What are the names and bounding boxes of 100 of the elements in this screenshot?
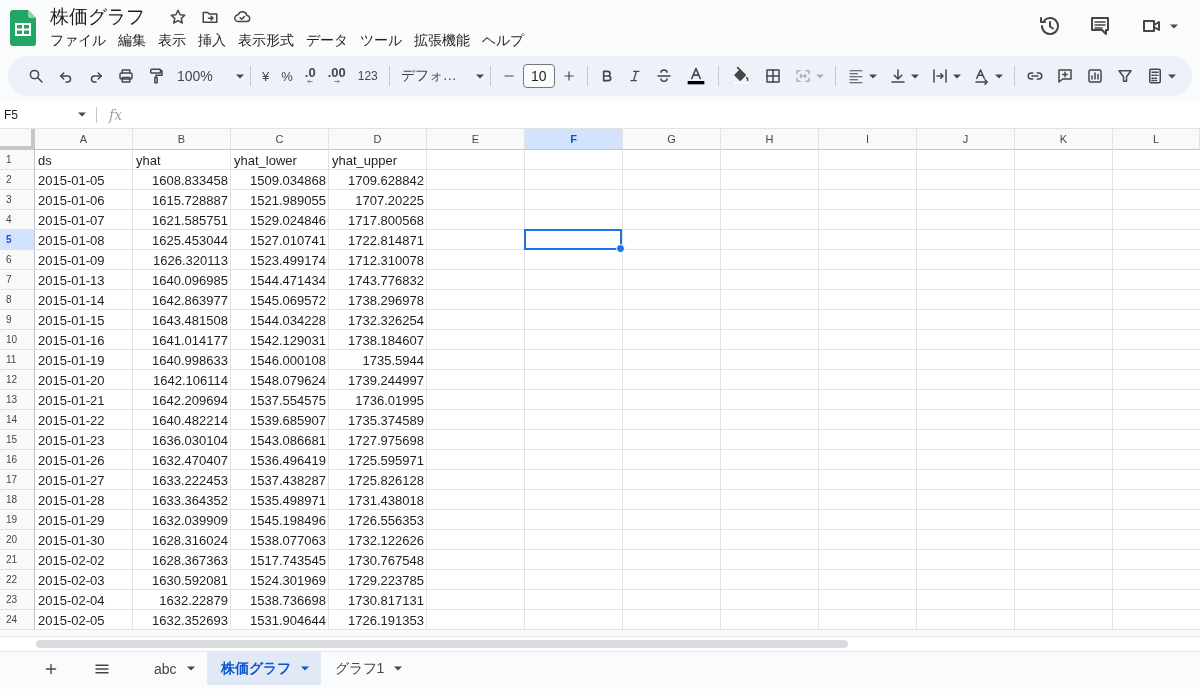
menu-item[interactable]: 表示 [152,30,192,52]
sheet-tab[interactable]: 株価グラフ [206,652,321,685]
row-header[interactable]: 23 [0,590,35,610]
column-header[interactable]: B [133,129,231,150]
row-header[interactable]: 1 [0,150,35,170]
filter-icon [1115,67,1134,85]
row-header[interactable]: 24 [0,610,35,630]
table-cell: 1732.326254 [348,312,424,328]
zoom-dropdown[interactable]: 100% [172,62,234,90]
row-header[interactable]: 4 [0,210,35,230]
increase-decimal-button[interactable]: .00 [322,62,351,90]
menu-item[interactable]: ヘルプ [476,30,530,52]
name-box[interactable]: F5 [0,106,97,123]
menu-item[interactable]: 拡張機能 [408,30,476,52]
row-header[interactable]: 2 [0,170,35,190]
caret-icon [1170,23,1178,29]
row-header[interactable]: 16 [0,450,35,470]
percent-button[interactable]: % [276,62,298,90]
column-header[interactable]: E [427,129,525,150]
column-header[interactable]: K [1015,129,1113,150]
table-cell: 1732.122626 [348,532,424,548]
column-header[interactable]: L [1113,129,1200,150]
row-header[interactable]: 5 [0,230,35,250]
table-cell: 1636.030104 [152,432,228,448]
table-cell: 1615.728887 [152,192,228,208]
table-cell: 1626.320113 [153,252,228,268]
plus-icon [561,69,576,83]
document-title[interactable]: 株価グラフ [50,4,145,30]
sheet-tab[interactable]: グラフ1 [320,652,415,685]
table-cell: 1633.364352 [152,492,228,508]
table-cell: 1736.01995 [355,392,424,408]
table-cell: 1529.024846 [250,212,326,228]
menu-item[interactable]: データ [300,30,354,52]
row-header[interactable]: 3 [0,190,35,210]
row-header[interactable]: 20 [0,530,35,550]
row-header[interactable]: 19 [0,510,35,530]
font-size-field[interactable]: 10 [522,64,555,88]
currency-button[interactable]: ¥ [257,62,275,90]
font-dropdown[interactable]: デフォ… [395,62,474,90]
table-cell: 1726.556353 [348,512,424,528]
sheet-tab[interactable]: abc [140,652,207,685]
column-header[interactable]: D [329,129,427,150]
table-cell: 2015-02-05 [38,612,105,628]
row-header[interactable]: 12 [0,370,35,390]
row-header[interactable]: 8 [0,290,35,310]
column-header[interactable]: H [721,129,819,150]
comment-icon [1088,14,1112,38]
table-cell: 1545.198496 [250,512,326,528]
table-cell: yhat_lower [234,152,297,168]
menu-item[interactable]: 表示形式 [232,30,300,52]
table-cell: 2015-01-08 [38,232,105,248]
row-header[interactable]: 10 [0,330,35,350]
row-header[interactable]: 17 [0,470,35,490]
row-header[interactable]: 11 [0,350,35,370]
table-cell: 1523.499174 [250,252,326,268]
table-cell: 2015-01-15 [38,312,105,328]
table-cell: 1632.039909 [152,512,228,528]
table-cell: 2015-01-26 [38,452,105,468]
merge-icon [793,67,812,85]
row-header[interactable]: 15 [0,430,35,450]
table-cell: 1545.069572 [250,292,326,308]
menu-item[interactable]: 編集 [112,30,152,52]
number-format-button[interactable]: 123 [352,62,383,90]
column-header[interactable]: J [917,129,1015,150]
row-header[interactable]: 13 [0,390,35,410]
table-cell: 1730.817131 [348,592,424,608]
column-header[interactable]: I [819,129,917,150]
table-cell: 1536.496419 [250,452,326,468]
row-header[interactable]: 7 [0,270,35,290]
row-header[interactable]: 21 [0,550,35,570]
caret-icon [910,73,919,79]
row-header[interactable]: 6 [0,250,35,270]
caret-icon [1167,73,1176,79]
table-cell: 1608.833458 [152,172,228,188]
table-cell: 1548.079624 [250,372,326,388]
row-header[interactable]: 9 [0,310,35,330]
history-icon [1038,14,1062,38]
column-header[interactable]: F [525,129,623,150]
table-cell: 2015-02-03 [38,572,105,588]
row-header[interactable]: 14 [0,410,35,430]
borders-icon [763,67,782,85]
table-cell: 2015-01-28 [38,492,105,508]
column-header[interactable]: C [231,129,329,150]
column-header[interactable]: G [623,129,721,150]
table-cell: 1726.191353 [348,612,424,628]
column-header[interactable]: A [35,129,133,150]
table-cell: 2015-01-14 [38,292,105,308]
row-header[interactable]: 18 [0,490,35,510]
decrease-decimal-button[interactable]: .0 [299,62,321,90]
chart-icon [1085,67,1104,85]
menu-item[interactable]: ツール [354,30,408,52]
menu-item[interactable]: 挿入 [192,30,232,52]
horizontal-scrollbar[interactable] [36,640,848,648]
table-cell: 1727.975698 [348,432,424,448]
table-cell: 1725.595971 [348,452,424,468]
row-header[interactable]: 22 [0,570,35,590]
menu-item[interactable]: ファイル [44,30,112,52]
arrow-left-icon [305,78,316,85]
sheets-logo[interactable] [10,10,36,46]
table-cell: 1712.310078 [348,252,424,268]
